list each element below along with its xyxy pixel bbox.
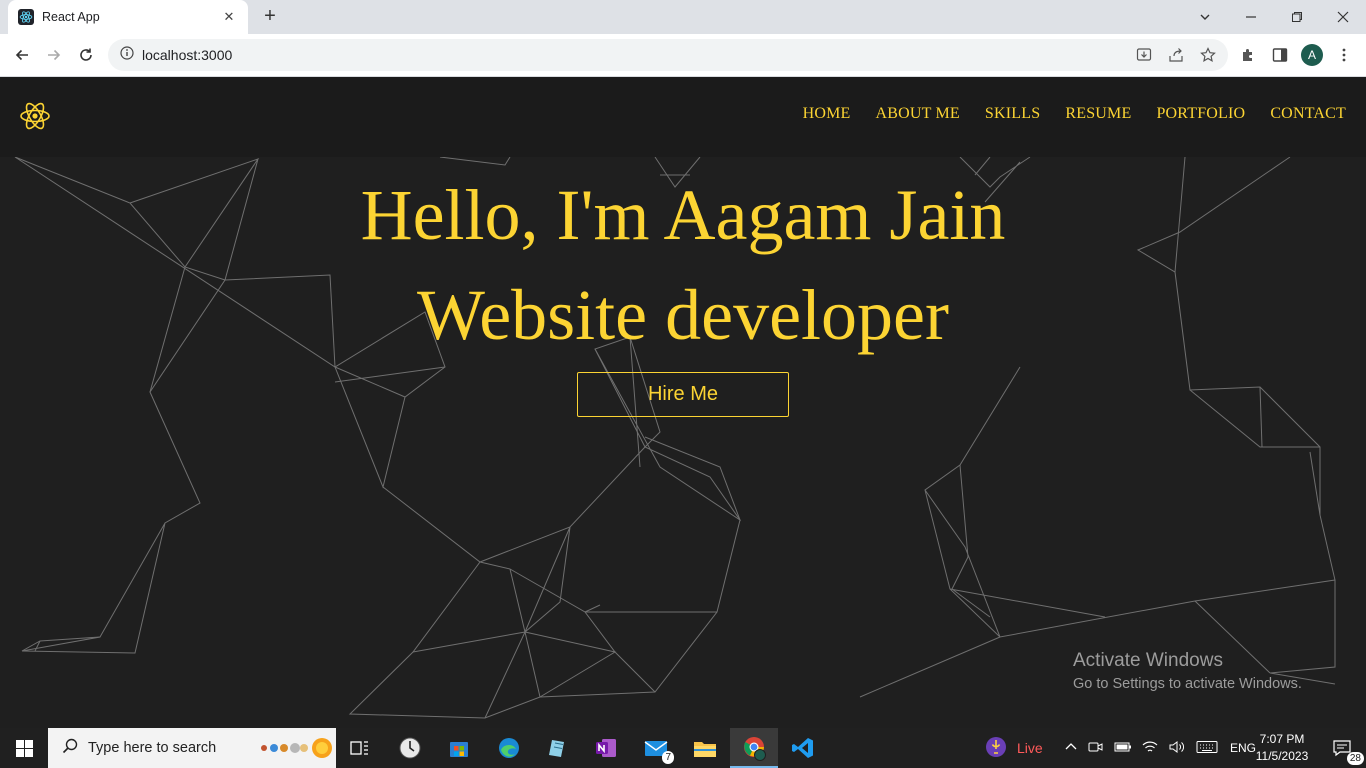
reload-icon[interactable] xyxy=(73,42,99,68)
activate-windows-hint: Go to Settings to activate Windows. xyxy=(1073,676,1302,692)
live-label: Live xyxy=(1017,740,1043,756)
clock-app-icon[interactable] xyxy=(386,728,434,768)
hero-section: Hello, I'm Aagam Jain Website developer xyxy=(0,165,1366,365)
hire-me-button[interactable]: Hire Me xyxy=(577,372,789,417)
onenote-icon[interactable] xyxy=(582,728,630,768)
main-menu: HOME ABOUT ME SKILLS RESUME PORTFOLIO CO… xyxy=(778,105,1346,123)
nav-contact[interactable]: CONTACT xyxy=(1270,105,1346,123)
profile-initial: A xyxy=(1301,44,1323,66)
extensions-puzzle-icon[interactable] xyxy=(1235,42,1261,68)
notifications-icon[interactable]: 28 xyxy=(1318,728,1366,768)
wifi-icon[interactable] xyxy=(1142,740,1158,757)
activate-windows-watermark: Activate Windows Go to Settings to activ… xyxy=(1073,650,1302,692)
share-icon[interactable] xyxy=(1163,42,1189,68)
side-panel-icon[interactable] xyxy=(1267,42,1293,68)
search-highlight-planets-icon xyxy=(258,736,332,765)
search-placeholder: Type here to search xyxy=(88,740,217,756)
react-favicon-icon xyxy=(18,9,34,25)
vscode-icon[interactable] xyxy=(779,728,827,768)
system-tray: ENG xyxy=(1064,728,1256,768)
mail-unread-badge: 7 xyxy=(662,751,674,764)
more-menu-icon[interactable] xyxy=(1331,42,1357,68)
volume-icon[interactable] xyxy=(1168,740,1186,757)
activate-windows-title: Activate Windows xyxy=(1073,650,1223,671)
install-app-icon[interactable] xyxy=(1131,42,1157,68)
task-view-icon[interactable] xyxy=(336,728,384,768)
clock-time: 7:07 PM xyxy=(1259,732,1305,746)
tab-title: React App xyxy=(42,10,100,24)
taskbar-search-box[interactable]: Type here to search xyxy=(48,728,336,768)
nav-about-me[interactable]: ABOUT ME xyxy=(875,105,959,123)
browser-tabstrip: React App ✕ + xyxy=(0,0,1366,34)
chrome-profile-badge-icon xyxy=(754,749,766,761)
mail-icon[interactable]: 7 xyxy=(632,728,680,768)
search-icon xyxy=(62,738,78,759)
restore-button[interactable] xyxy=(1274,0,1320,34)
hero-role: Website developer xyxy=(417,275,949,355)
address-bar[interactable]: localhost:3000 xyxy=(108,39,1228,71)
nav-skills[interactable]: SKILLS xyxy=(985,105,1040,123)
close-window-button[interactable] xyxy=(1320,0,1366,34)
nav-resume[interactable]: RESUME xyxy=(1065,105,1131,123)
file-explorer-icon[interactable] xyxy=(681,728,729,768)
windows-start-icon[interactable] xyxy=(0,728,48,768)
clock-date: 11/5/2023 xyxy=(1255,749,1309,763)
browser-tab[interactable]: React App ✕ xyxy=(8,0,248,34)
back-arrow-icon[interactable] xyxy=(9,42,35,68)
hero-greeting: Hello, I'm Aagam Jain xyxy=(360,175,1006,255)
new-tab-button[interactable]: + xyxy=(258,5,282,29)
show-hidden-icons-chevron-icon[interactable] xyxy=(1064,740,1078,757)
chrome-icon[interactable] xyxy=(730,728,778,768)
minimize-button[interactable] xyxy=(1228,0,1274,34)
live-widget[interactable]: Live xyxy=(985,728,1043,768)
notification-count-badge: 28 xyxy=(1346,752,1364,765)
taskbar-clock[interactable]: 7:07 PM 11/5/2023 xyxy=(1252,731,1312,765)
windows-taskbar: Type here to search 7 Live ENG 7:07 PM 1… xyxy=(0,728,1366,768)
nav-home[interactable]: HOME xyxy=(803,105,851,123)
live-widget-icon xyxy=(985,736,1007,761)
tab-search-chevron-icon[interactable] xyxy=(1182,0,1228,34)
touch-keyboard-icon[interactable] xyxy=(1196,740,1218,757)
close-tab-icon[interactable]: ✕ xyxy=(220,9,238,25)
files-app-icon[interactable] xyxy=(533,728,581,768)
profile-avatar[interactable]: A xyxy=(1299,42,1325,68)
url-text: localhost:3000 xyxy=(142,47,233,63)
bookmark-star-icon[interactable] xyxy=(1195,42,1221,68)
web-page: HOME ABOUT ME SKILLS RESUME PORTFOLIO CO… xyxy=(0,77,1366,728)
microsoft-store-icon[interactable] xyxy=(435,728,483,768)
site-info-icon[interactable] xyxy=(120,45,134,65)
site-navbar: HOME ABOUT ME SKILLS RESUME PORTFOLIO CO… xyxy=(0,77,1366,157)
meet-now-camera-icon[interactable] xyxy=(1088,740,1104,757)
react-logo-icon[interactable] xyxy=(18,99,52,133)
nav-portfolio[interactable]: PORTFOLIO xyxy=(1156,105,1245,123)
forward-arrow-icon[interactable] xyxy=(41,42,67,68)
window-controls xyxy=(1182,0,1366,34)
battery-icon[interactable] xyxy=(1114,741,1132,756)
browser-toolbar: localhost:3000 A xyxy=(0,34,1366,77)
edge-browser-icon[interactable] xyxy=(485,728,533,768)
